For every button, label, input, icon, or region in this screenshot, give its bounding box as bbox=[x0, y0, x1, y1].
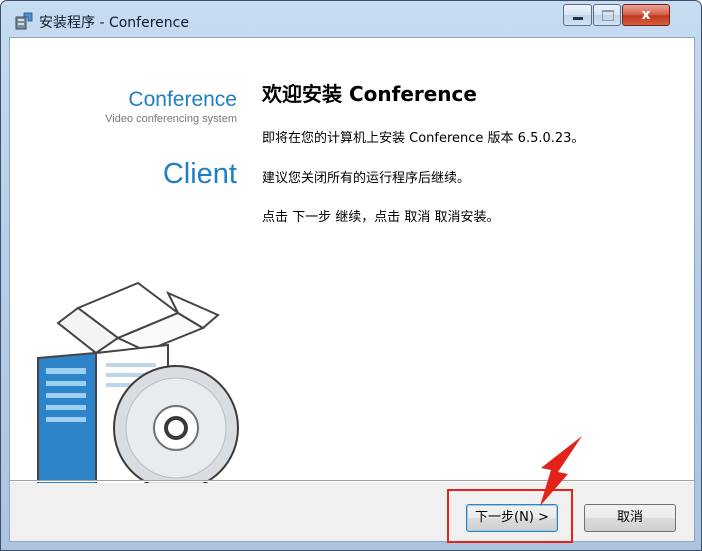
footer-separator bbox=[10, 480, 694, 482]
maximize-icon bbox=[602, 10, 614, 21]
install-info-text: 即将在您的计算机上安装 Conference 版本 6.5.0.23。 bbox=[262, 131, 585, 146]
brand-subtitle: Video conferencing system bbox=[105, 113, 237, 125]
installer-window: 安装程序 - Conference x Conference Video con… bbox=[0, 0, 702, 551]
cancel-button[interactable]: 取消 bbox=[584, 504, 676, 532]
minimize-icon bbox=[573, 17, 583, 20]
brand-name: Conference bbox=[128, 88, 237, 111]
maximize-button[interactable] bbox=[593, 4, 621, 26]
welcome-panel: Conference Video conferencing system Cli… bbox=[10, 38, 694, 483]
title-bar[interactable]: 安装程序 - Conference x bbox=[1, 1, 701, 37]
close-button[interactable]: x bbox=[622, 4, 670, 26]
minimize-button[interactable] bbox=[563, 4, 592, 26]
software-box-cd-icon bbox=[37, 281, 239, 483]
brand-client-label: Client bbox=[162, 158, 237, 190]
installer-app-icon bbox=[15, 12, 33, 30]
welcome-heading: 欢迎安装 Conference bbox=[262, 82, 477, 106]
window-title: 安装程序 - Conference bbox=[39, 15, 189, 31]
dialog-client-area: Conference Video conferencing system Cli… bbox=[9, 37, 695, 543]
close-apps-text: 建议您关闭所有的运行程序后继续。 bbox=[262, 171, 471, 186]
instructions-text: 点击 下一步 继续，点击 取消 取消安装。 bbox=[262, 210, 500, 225]
annotation-highlight-box bbox=[447, 489, 573, 543]
brand-block: Conference Video conferencing system bbox=[105, 88, 237, 126]
close-icon: x bbox=[641, 7, 651, 23]
